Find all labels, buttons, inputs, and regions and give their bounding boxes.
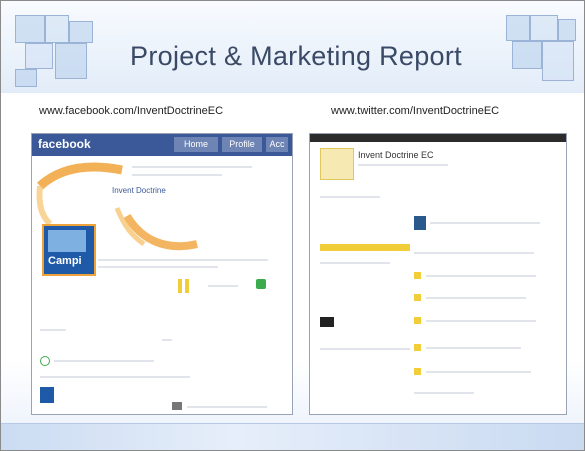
twitter-profile-image [320, 148, 354, 180]
facebook-nav-profile[interactable]: Profile [222, 137, 262, 152]
facebook-screenshot: facebook Home Profile Acc Invent Doctrin… [31, 133, 293, 415]
twitter-topbar [310, 134, 566, 142]
campus-logo: Campi [42, 224, 96, 276]
twitter-profile-name: Invent Doctrine EC [358, 150, 434, 160]
campus-logo-caption: Campi [48, 255, 82, 267]
small-green-icon [40, 356, 50, 366]
facebook-nav-home[interactable]: Home [174, 137, 218, 152]
facebook-page-name[interactable]: Invent Doctrine [112, 186, 166, 195]
facebook-nav-acc[interactable]: Acc [266, 137, 288, 152]
twitter-dark-icon [320, 317, 334, 327]
facebook-logo-text: facebook [38, 137, 91, 151]
twitter-url: www.twitter.com/InventDoctrineEC [331, 105, 500, 117]
facebook-topbar: facebook Home Profile Acc [32, 134, 292, 156]
facebook-url: www.facebook.com/InventDoctrineEC [39, 105, 224, 117]
twitter-blue-icon [414, 216, 426, 230]
bottom-decoration-bar [1, 423, 584, 450]
decorative-squares-right [506, 15, 576, 87]
twitter-highlight-bar [320, 244, 410, 251]
house-icon [40, 387, 54, 403]
green-check-icon [256, 279, 266, 289]
decorative-squares-left [15, 15, 95, 87]
slide-title: Project & Marketing Report [130, 41, 462, 71]
twitter-screenshot: Invent Doctrine EC [309, 133, 567, 415]
slide: Project & Marketing Report www.facebook.… [0, 0, 585, 451]
small-grey-icon [172, 402, 182, 410]
